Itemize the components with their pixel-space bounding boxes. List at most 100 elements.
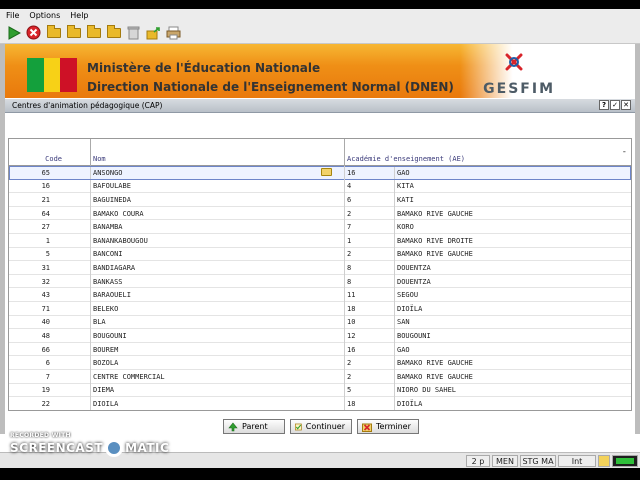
- export-icon: [146, 26, 160, 39]
- table-row[interactable]: 7 CENTRE COMMERCIAL 2 BAMAKO RIVE GAUCHE: [9, 369, 631, 384]
- table-row[interactable]: 5 BANCONI 2 BAMAKO RIVE GAUCHE: [9, 247, 631, 262]
- cell-ae-nom: NIORO DU SAHEL: [395, 384, 631, 398]
- cell-nom-text: BAMAKO COURA: [93, 209, 144, 218]
- table-row[interactable]: 19 DIEMA 5 NIORO DU SAHEL: [9, 383, 631, 398]
- cell-ae-code-text: 12: [347, 331, 356, 340]
- cell-code-text: 22: [41, 399, 50, 408]
- top-border: [0, 0, 640, 9]
- cell-ae-code: 16: [345, 342, 395, 357]
- table-row[interactable]: 65 ANSONGO 16 GAO: [9, 166, 631, 180]
- table-row[interactable]: 1 BANANKABOUGOU 1 BAMAKO RIVE DROITE: [9, 233, 631, 248]
- cell-ae-nom: KITA: [395, 180, 631, 194]
- menu-file[interactable]: File: [6, 11, 19, 20]
- cell-nom: BAMAKO COURA: [91, 206, 345, 221]
- cell-ae-nom: KATI: [395, 193, 631, 207]
- cell-ae-nom: GAO: [395, 343, 631, 357]
- flag-stripe-red: [60, 58, 78, 92]
- cell-code-text: 7: [45, 372, 50, 381]
- cell-ae-code-text: 10: [347, 318, 356, 327]
- export-button[interactable]: [145, 24, 162, 41]
- cell-ae-nom: BAMAKO RIVE GAUCHE: [395, 356, 631, 370]
- table-row[interactable]: 22 DIOILA 18 DIOÏLA: [9, 397, 631, 410]
- cell-nom: BOZOLA: [91, 356, 345, 370]
- cell-ae-code: 6: [345, 193, 395, 207]
- terminer-button[interactable]: Terminer: [357, 419, 419, 434]
- cell-ae-nom-text: DIOÏLA: [397, 399, 423, 408]
- table-row[interactable]: 40 BLA 10 SAN: [9, 315, 631, 330]
- check-icon: [295, 423, 302, 430]
- table-row[interactable]: 16 BAFOULABE 4 KITA: [9, 179, 631, 194]
- save-folder-button[interactable]: [105, 24, 122, 41]
- close-button[interactable]: ✕: [621, 100, 631, 110]
- cell-nom: ANSONGO: [91, 166, 345, 180]
- cell-ae-code-text: 2: [347, 372, 352, 381]
- cell-nom: BLA: [91, 315, 345, 330]
- table-row[interactable]: 64 BAMAKO COURA 2 BAMAKO RIVE GAUCHE: [9, 206, 631, 221]
- cell-code-text: 65: [41, 168, 50, 177]
- column-header-academie-label: Académie d'enseignement (AE): [347, 155, 466, 163]
- cell-ae-nom: SAN: [395, 316, 631, 330]
- help-button[interactable]: ?: [599, 100, 609, 110]
- cap-table: Code Nom Académie d'enseignement (AE) - …: [8, 138, 632, 411]
- table-row[interactable]: 6 BOZOLA 2 BAMAKO RIVE GAUCHE: [9, 356, 631, 370]
- gesfim-logo: GESFIM: [460, 44, 635, 98]
- window-title-bar: Centres d'animation pédagogique (CAP) ? …: [5, 99, 635, 113]
- trash-icon: [127, 26, 140, 39]
- cell-nom: CENTRE COMMERCIAL: [91, 369, 345, 384]
- cell-ae-code-text: 2: [347, 359, 352, 368]
- table-row[interactable]: 32 BANKASS 8 DOUENTZA: [9, 274, 631, 289]
- lookup-folder-icon[interactable]: [321, 168, 332, 176]
- cell-code-text: 16: [41, 182, 50, 191]
- cell-nom-text: BOUGOUNI: [93, 331, 127, 340]
- delete-button[interactable]: [125, 24, 142, 41]
- parent-button[interactable]: Parent: [223, 419, 285, 434]
- edit-folder-button[interactable]: [85, 24, 102, 41]
- cell-code-text: 5: [45, 250, 50, 259]
- cell-ae-nom-text: BOUGOUNI: [397, 331, 431, 340]
- folder-new-icon: [46, 24, 61, 38]
- stop-button[interactable]: [25, 24, 42, 41]
- cell-ae-code-text: 18: [347, 399, 356, 408]
- run-button[interactable]: [5, 24, 22, 41]
- table-row[interactable]: 27 BANAMBA 7 KORO: [9, 220, 631, 234]
- cell-code-text: 1: [45, 236, 50, 245]
- cell-nom: BANAMBA: [91, 220, 345, 234]
- memory-bar-icon: [616, 458, 634, 464]
- cell-nom-text: CENTRE COMMERCIAL: [93, 372, 165, 381]
- table-row[interactable]: 21 BAGUINEDA 6 KATI: [9, 193, 631, 207]
- cell-code: 31: [9, 261, 91, 275]
- cell-nom: BANKASS: [91, 274, 345, 289]
- validate-button[interactable]: ✓: [610, 100, 620, 110]
- column-header-code[interactable]: Code: [9, 139, 91, 166]
- table-row[interactable]: 66 BOUREM 16 GAO: [9, 342, 631, 357]
- table-row[interactable]: 48 BOUGOUNI 12 BOUGOUNI: [9, 329, 631, 343]
- open-folder-button[interactable]: [65, 24, 82, 41]
- table-row[interactable]: 71 BELEKO 18 DIOÏLA: [9, 301, 631, 316]
- cell-nom: BANDIAGARA: [91, 261, 345, 275]
- cell-ae-code: 4: [345, 179, 395, 194]
- menu-options[interactable]: Options: [29, 11, 60, 20]
- cell-ae-code: 7: [345, 220, 395, 234]
- cell-ae-nom-text: SAN: [397, 318, 410, 327]
- column-header-academie[interactable]: Académie d'enseignement (AE) -: [345, 139, 631, 166]
- menu-help[interactable]: Help: [70, 11, 88, 20]
- right-border: [635, 44, 640, 434]
- menu-bar: File Options Help: [0, 9, 640, 22]
- cell-ae-code: 11: [345, 288, 395, 302]
- collapse-icon[interactable]: -: [622, 147, 627, 157]
- table-row[interactable]: 31 BANDIAGARA 8 DOUENTZA: [9, 261, 631, 275]
- cell-ae-code-text: 2: [347, 250, 352, 259]
- cell-ae-code-text: 7: [347, 223, 352, 232]
- cell-nom: BANCONI: [91, 247, 345, 262]
- continuer-button[interactable]: Continuer: [290, 419, 352, 434]
- cell-ae-code-text: 16: [347, 168, 356, 177]
- status-stg: STG MA: [520, 455, 556, 467]
- cell-ae-code: 2: [345, 356, 395, 370]
- memory-indicator: [612, 455, 638, 467]
- print-button[interactable]: [165, 24, 182, 41]
- new-folder-button[interactable]: [45, 24, 62, 41]
- table-row[interactable]: 43 BARAOUELI 11 SEGOU: [9, 288, 631, 302]
- cell-nom-text: BLA: [93, 318, 106, 327]
- column-header-nom[interactable]: Nom: [91, 139, 345, 166]
- cell-ae-code-text: 18: [347, 304, 356, 313]
